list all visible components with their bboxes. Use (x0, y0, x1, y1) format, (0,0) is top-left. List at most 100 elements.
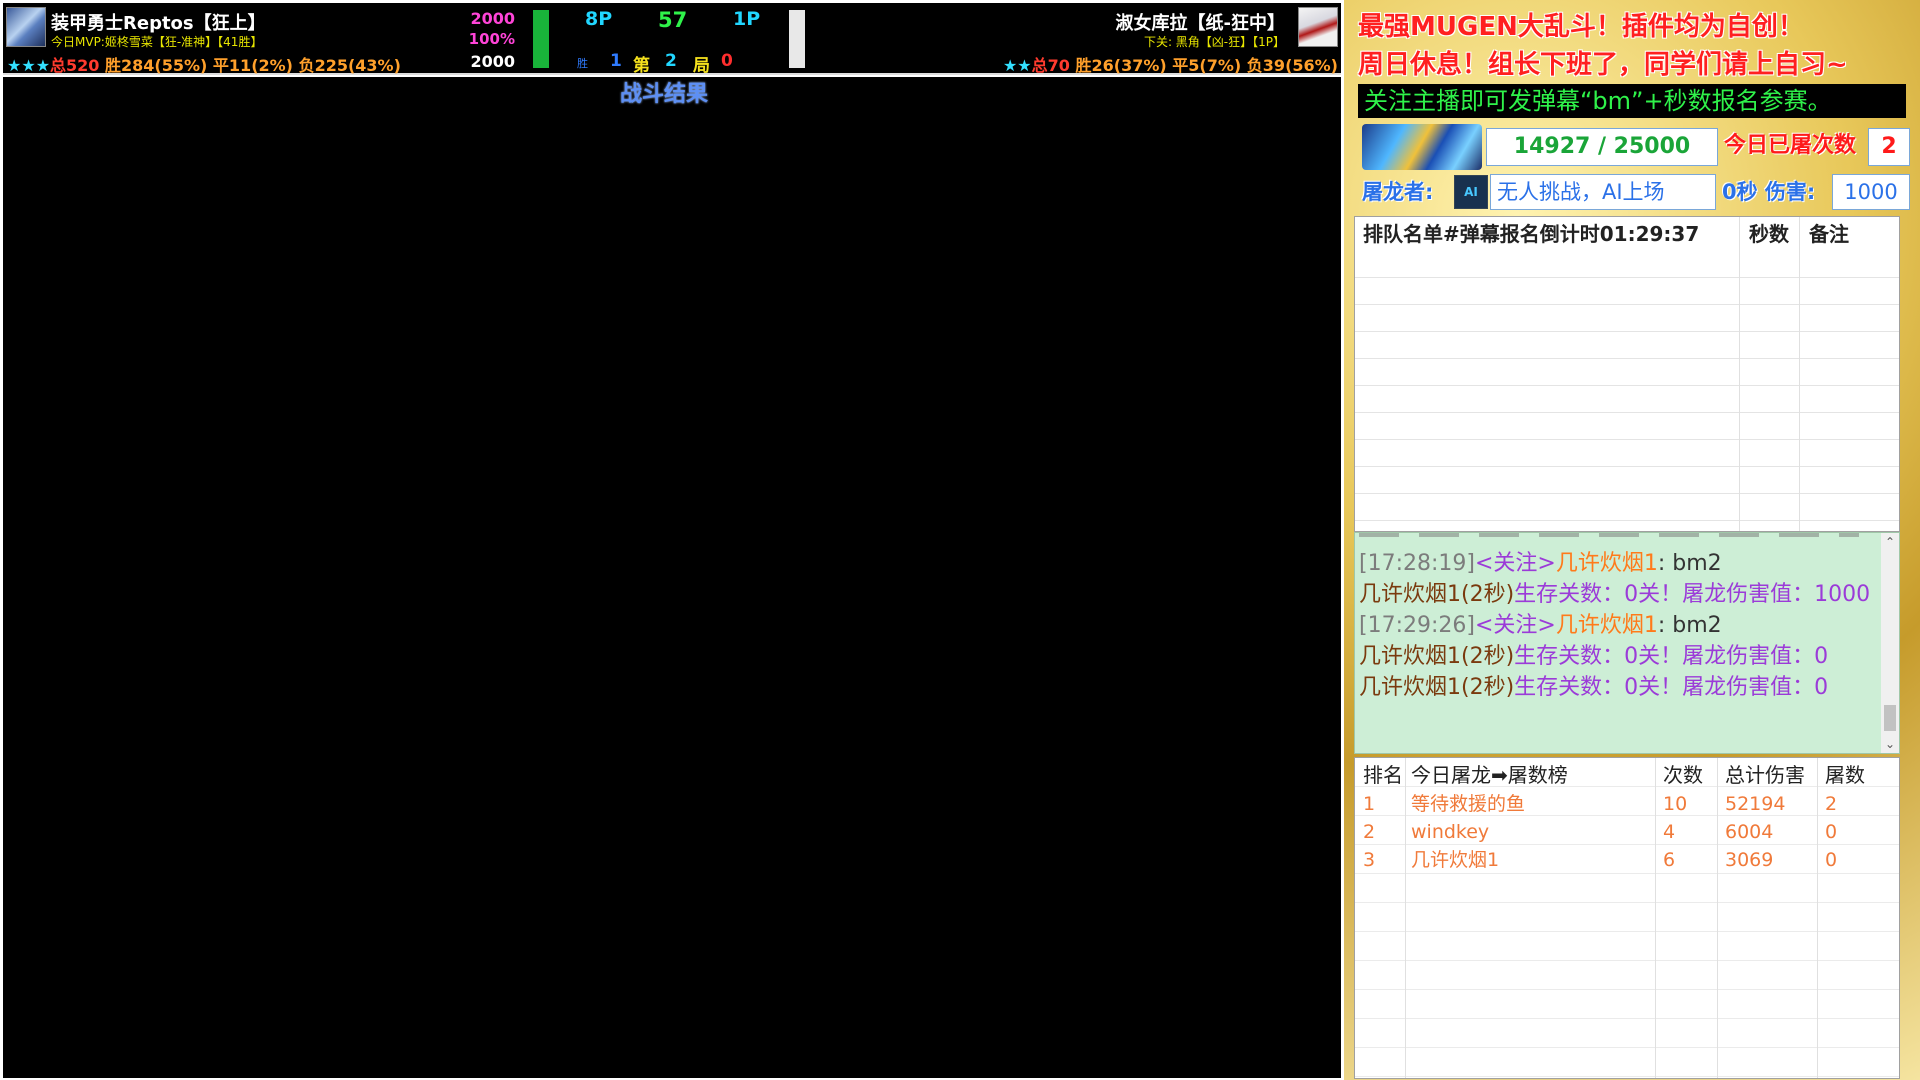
chat-separator: : (1657, 551, 1666, 576)
chat-stat: 生存关数：0关！屠龙伤害值：0 (1514, 675, 1829, 700)
player1-record: ★★★总520 胜284(55%) 平11(2%) 负225(43%) (7, 52, 401, 76)
player1-name: 装甲勇士Reptos【狂上】 (51, 13, 266, 34)
today-mvp: 今日MVP:姬柊雪菜【狂-准神】【41胜】 (51, 35, 263, 49)
round-number: 2 (665, 51, 677, 71)
player1-wins: 胜284(55%) (105, 56, 208, 75)
game-viewport: 装甲勇士Reptos【狂上】 今日MVP:姬柊雪菜【狂-准神】【41胜】 ★★★… (0, 0, 1344, 1080)
cell-rank: 3 (1363, 849, 1376, 871)
chat-log[interactable]: [17:28:19]<关注>几许炊烟1: bm2 几许炊烟1(2秒)生存关数：0… (1354, 532, 1900, 754)
next-opponent: 下关: 黑角【凶-狂】【1P】 (1143, 35, 1285, 49)
chat-message: [17:29:26]<关注>几许炊烟1: bm2 (1359, 607, 1722, 639)
power-bottom: 2000 (470, 52, 515, 71)
cell-name: windkey (1411, 821, 1490, 843)
chat-message: 几许炊烟1(2秒)生存关数：0关！屠龙伤害值：0 (1359, 638, 1828, 670)
cell-kills: 0 (1825, 849, 1838, 871)
cell-count: 6 (1663, 849, 1676, 871)
arena (3, 77, 1341, 1078)
queue-divider (1739, 217, 1740, 531)
chat-message: [17:28:19]<关注>几许炊烟1: bm2 (1359, 545, 1722, 577)
slayer-label: 屠龙者: (1362, 180, 1434, 204)
chat-user: 几许炊烟1 (1555, 613, 1658, 638)
player2-wins: 胜26(37%) (1075, 56, 1167, 75)
player2-total: 总70 (1031, 56, 1070, 75)
queue-header-name: 排队名单#弹幕报名倒计时01:29:37 (1363, 222, 1700, 246)
notice-ticker: 关注主播即可发弹幕“bm”+秒数报名参赛。 (1358, 84, 1906, 118)
battle-result-title: 战斗结果 (620, 82, 709, 107)
win-label: 胜 (577, 57, 588, 70)
scrollbar-thumb[interactable] (1884, 705, 1896, 731)
player2-losses: 负39(56%) (1246, 56, 1338, 75)
table-row[interactable]: 1 等待救援的鱼 10 52194 2 (1355, 790, 1899, 818)
cell-damage: 52194 (1725, 793, 1786, 815)
chat-separator: : (1657, 613, 1666, 638)
chat-user: 几许炊烟1(2秒) (1359, 644, 1515, 669)
player2-name: 淑女库拉【纸-狂中】 (1115, 13, 1285, 34)
queue-divider (1799, 217, 1800, 531)
player-8p-label: 8P (585, 8, 613, 30)
chat-scrollbar[interactable]: ⌃ ⌄ (1881, 533, 1899, 753)
chat-time: [17:29:26] (1359, 613, 1475, 638)
chat-text: bm2 (1672, 613, 1722, 638)
chat-time: [17:28:19] (1359, 551, 1475, 576)
round-label-suffix: 局 (693, 56, 710, 76)
chat-follow-tag: <关注> (1474, 613, 1556, 638)
chat-text: bm2 (1672, 551, 1722, 576)
banner-line-1: 最强MUGEN大乱斗！插件均为自创！ (1358, 12, 1804, 42)
queue-grid (1355, 251, 1899, 531)
dragon-hp: 14927 / 25000 (1486, 128, 1718, 166)
damage-value: 1000 (1832, 174, 1910, 210)
queue-header-seconds: 秒数 (1749, 222, 1789, 246)
cell-kills: 2 (1825, 793, 1838, 815)
player2-portrait (1298, 7, 1338, 47)
chevron-down-icon[interactable]: ⌄ (1881, 735, 1899, 753)
round-timer: 57 (658, 8, 688, 32)
chat-stat: 生存关数：0关！屠龙伤害值：0 (1514, 644, 1829, 669)
chat-message: 几许炊烟1(2秒)生存关数：0关！屠龙伤害值：1000 (1359, 576, 1870, 608)
cell-name: 几许炊烟1 (1411, 849, 1500, 871)
cell-rank: 1 (1363, 793, 1376, 815)
table-row[interactable]: 3 几许炊烟1 6 3069 0 (1355, 846, 1899, 874)
player2-draws: 平5(7%) (1172, 56, 1242, 75)
score-left: 1 (610, 51, 622, 71)
player1-losses: 负225(43%) (298, 56, 401, 75)
player1-draws: 平11(2%) (212, 56, 293, 75)
chat-user: 几许炊烟1 (1555, 551, 1658, 576)
round-label-prefix: 第 (633, 56, 650, 76)
chevron-up-icon[interactable]: ⌃ (1881, 533, 1899, 551)
power-percent: 100% (468, 30, 515, 48)
damage-label: 0秒 伤害: (1722, 180, 1816, 204)
chat-clipped-line (1359, 533, 1859, 537)
cell-count: 10 (1663, 793, 1688, 815)
player2-power-bar (789, 10, 805, 68)
today-slain-label: 今日已屠次数 (1724, 133, 1857, 158)
chat-user: 几许炊烟1(2秒) (1359, 582, 1515, 607)
cell-count: 4 (1663, 821, 1676, 843)
header-kills: 屠数 (1825, 763, 1865, 787)
player2-stars: ★★ (1002, 56, 1032, 75)
leaderboard-table[interactable]: 排名 今日屠龙➡屠数榜 次数 总计伤害 屠数 1 等待救援的鱼 10 52194… (1354, 757, 1900, 1079)
queue-table[interactable]: 排队名单#弹幕报名倒计时01:29:37 秒数 备注 (1354, 216, 1900, 532)
dragon-boss-image (1362, 124, 1482, 170)
player-1p-label: 1P (733, 8, 761, 30)
player1-portrait (6, 7, 46, 47)
power-top: 2000 (470, 9, 515, 28)
score-right: 0 (721, 51, 733, 71)
banner-line-2: 周日休息！组长下班了，同学们请上自习~ (1358, 50, 1848, 80)
cell-damage: 6004 (1725, 821, 1774, 843)
chat-message: 几许炊烟1(2秒)生存关数：0关！屠龙伤害值：0 (1359, 669, 1828, 701)
table-row[interactable]: 2 windkey 4 6004 0 (1355, 818, 1899, 846)
header-damage: 总计伤害 (1725, 763, 1805, 787)
today-slain-value: 2 (1868, 128, 1910, 166)
cell-kills: 0 (1825, 821, 1838, 843)
player1-total: 总520 (50, 56, 100, 75)
player1-power-bar (533, 10, 549, 68)
header-name: 今日屠龙➡屠数榜 (1411, 763, 1568, 787)
ai-icon: AI (1454, 175, 1488, 209)
cell-damage: 3069 (1725, 849, 1774, 871)
fight-hud: 装甲勇士Reptos【狂上】 今日MVP:姬柊雪菜【狂-准神】【41胜】 ★★★… (3, 3, 1341, 76)
player2-record: ★★总70 胜26(37%) 平5(7%) 负39(56%) (1003, 52, 1338, 76)
leaderboard-header: 排名 今日屠龙➡屠数榜 次数 总计伤害 屠数 (1355, 761, 1899, 789)
chat-user: 几许炊烟1(2秒) (1359, 675, 1515, 700)
cell-name: 等待救援的鱼 (1411, 793, 1526, 815)
header-rank: 排名 (1363, 763, 1403, 787)
